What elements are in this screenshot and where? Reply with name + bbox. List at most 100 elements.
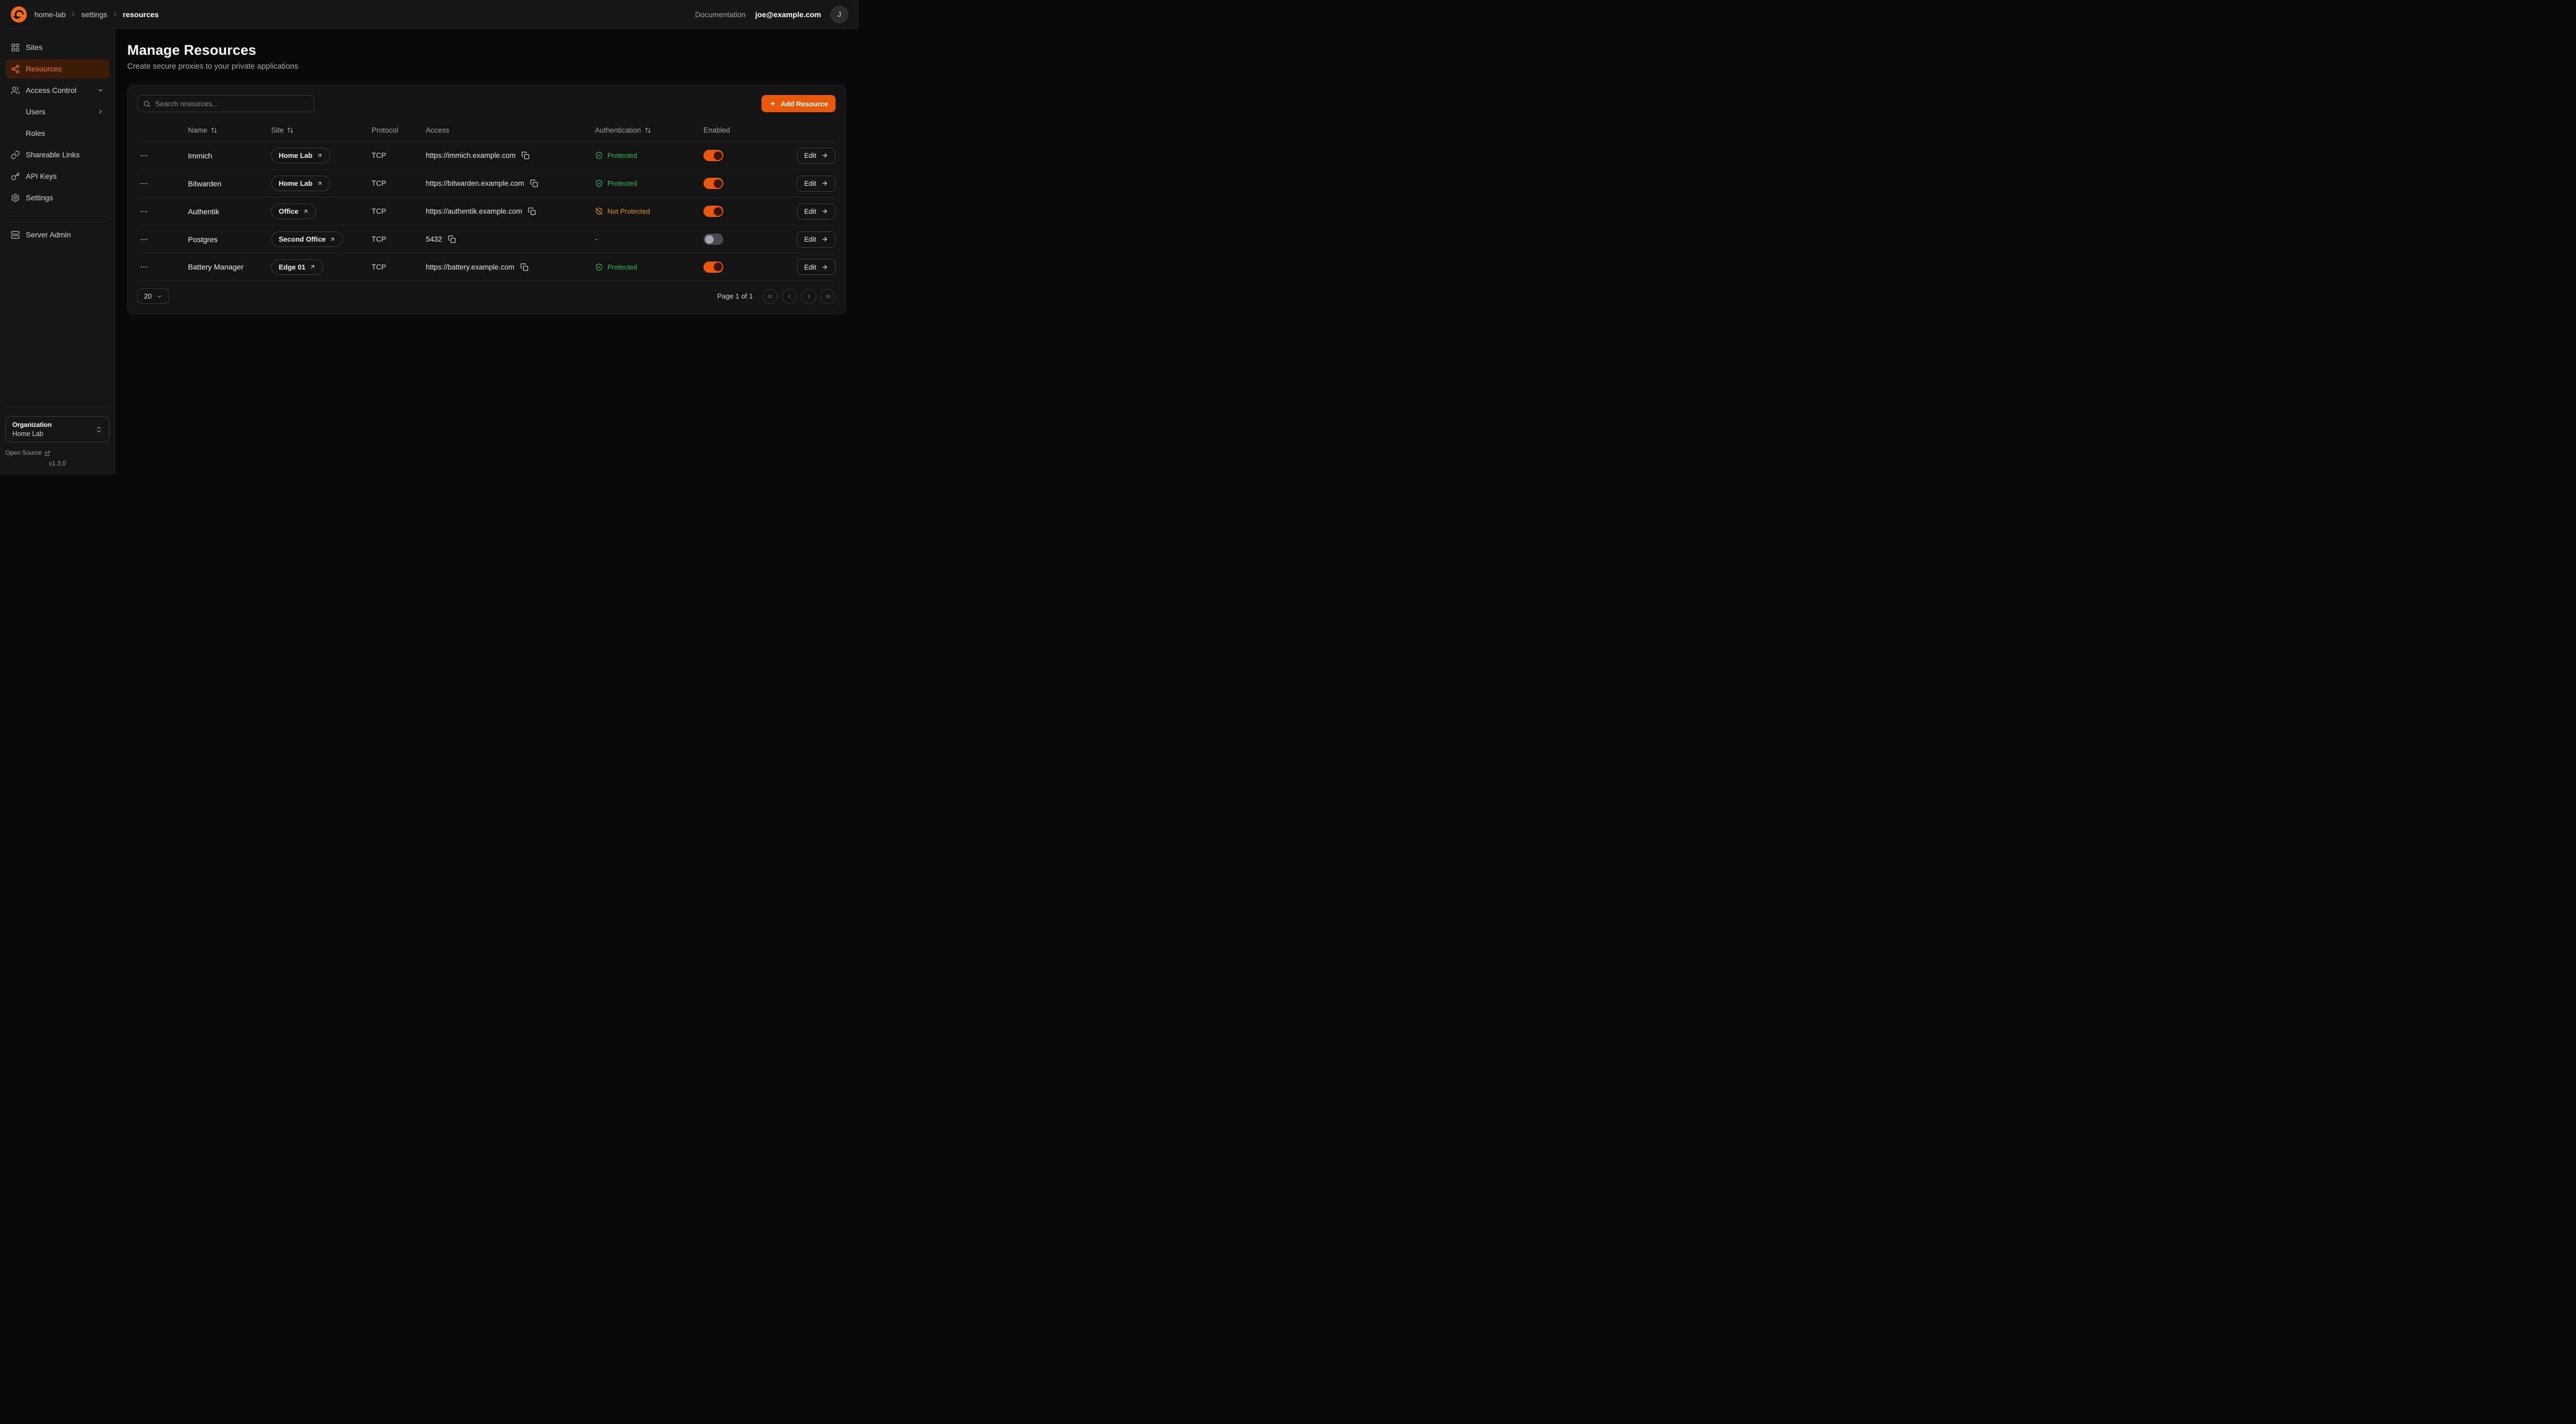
name-cell: Immich [188,151,271,160]
sidebar-bottom: Organization Home Lab Open Source v1.3.0 [5,407,110,467]
protocol-cell: TCP [372,179,426,187]
row-menu-button[interactable] [137,233,150,246]
sidebar-item-settings[interactable]: Settings [5,188,110,207]
previous-page-button[interactable] [782,289,797,304]
enabled-toggle[interactable] [703,178,723,189]
site-pill-label: Home Lab [279,151,313,159]
edit-cell: Edit [777,176,836,192]
sites-grid-icon [11,43,20,52]
enabled-toggle[interactable] [703,261,723,273]
page-indicator: Page 1 of 1 [717,292,753,300]
row-menu-button[interactable] [137,177,150,190]
link-icon [11,150,20,159]
auth-status: - [595,235,597,243]
site-link[interactable]: Home Lab [271,148,330,163]
access-value: https://immich.example.com [426,151,516,159]
shield-check-icon [595,151,603,159]
page-size-select[interactable]: 20 [137,288,169,304]
row-menu-cell [137,149,188,162]
sidebar-item-api-keys[interactable]: API Keys [5,166,110,186]
search-input[interactable] [137,95,315,112]
edit-button-label: Edit [804,235,816,243]
site-link[interactable]: Edge 01 [271,259,323,275]
column-header-authentication[interactable]: Authentication [595,126,703,134]
site-cell: Second Office [271,231,372,247]
arrow-right-icon [821,152,828,159]
column-header-protocol: Protocol [372,126,426,134]
auth-label: Protected [607,263,637,271]
sidebar: Sites Resources Access Control [0,29,115,475]
table-body: Immich Home Lab TCP https://immich.examp… [137,141,836,281]
copy-button[interactable] [520,150,531,161]
protocol-cell: TCP [372,151,426,159]
authentication-cell: Protected [595,263,703,271]
edit-button[interactable]: Edit [797,259,836,275]
open-source-label: Open Source [5,450,42,456]
breadcrumb-settings[interactable]: settings [81,10,107,19]
column-header-name[interactable]: Name [188,126,271,134]
table-header-row: Name Site Protocol [137,119,836,141]
organization-selector[interactable]: Organization Home Lab [5,416,110,442]
sidebar-item-users[interactable]: Users [5,102,110,121]
copy-button[interactable] [529,178,539,188]
card-footer: 20 Page 1 of 1 [137,288,836,304]
user-avatar[interactable]: J [831,6,848,23]
enabled-toggle[interactable] [703,150,723,161]
sidebar-item-roles[interactable]: Roles [5,123,110,143]
sidebar-item-label: Roles [26,129,45,137]
last-page-button[interactable] [821,289,836,304]
protocol-value: TCP [372,235,386,243]
copy-button[interactable] [527,206,537,216]
row-menu-button[interactable] [137,149,150,162]
arrow-up-right-icon [316,180,323,187]
documentation-link[interactable]: Documentation [695,10,745,19]
sidebar-item-label: Sites [26,43,42,52]
edit-button-label: Edit [804,179,816,187]
copy-button[interactable] [519,262,529,272]
sidebar-item-shareable-links[interactable]: Shareable Links [5,145,110,164]
row-menu-cell [137,205,188,218]
edit-button[interactable]: Edit [797,148,836,164]
edit-button[interactable]: Edit [797,231,836,248]
arrow-up-right-icon [309,264,316,270]
edit-cell: Edit [777,231,836,248]
first-page-button[interactable] [763,289,778,304]
open-source-link[interactable]: Open Source [5,450,110,456]
shield-check-icon [595,179,603,187]
sidebar-item-server-admin[interactable]: Server Admin [5,225,110,244]
sidebar-item-resources[interactable]: Resources [5,59,110,78]
table-row: Postgres Second Office TCP 5432 [137,225,836,253]
auth-label: Protected [607,179,637,187]
protocol-cell: TCP [372,235,426,243]
row-menu-cell [137,260,188,273]
gear-icon [11,193,20,202]
next-page-button[interactable] [801,289,816,304]
enabled-toggle[interactable] [703,206,723,217]
column-label: Access [426,126,449,134]
row-menu-button[interactable] [137,260,150,273]
site-pill-label: Home Lab [279,179,313,187]
site-link[interactable]: Second Office [271,231,343,247]
plus-icon [769,100,777,107]
sidebar-item-sites[interactable]: Sites [5,38,110,57]
resources-share-icon [11,64,20,74]
edit-button[interactable]: Edit [797,204,836,220]
app-root: home-lab settings resources Documentatio… [0,0,859,475]
add-resource-button[interactable]: Add Resource [761,95,836,112]
app-logo-icon[interactable] [11,6,27,23]
pagination: Page 1 of 1 [717,289,836,304]
copy-button[interactable] [447,234,457,244]
column-header-site[interactable]: Site [271,126,372,134]
table-row: Battery Manager Edge 01 TCP https://batt… [137,253,836,281]
access-value: https://bitwarden.example.com [426,179,524,187]
sidebar-item-access-control[interactable]: Access Control [5,81,110,100]
site-link[interactable]: Office [271,204,316,219]
main-content: Manage Resources Create secure proxies t… [115,29,859,475]
edit-button[interactable]: Edit [797,176,836,192]
site-link[interactable]: Home Lab [271,176,330,191]
breadcrumb-home-lab[interactable]: home-lab [34,10,66,19]
row-menu-button[interactable] [137,205,150,218]
enabled-cell [703,178,777,189]
site-pill-label: Office [279,207,299,215]
enabled-toggle[interactable] [703,234,723,245]
